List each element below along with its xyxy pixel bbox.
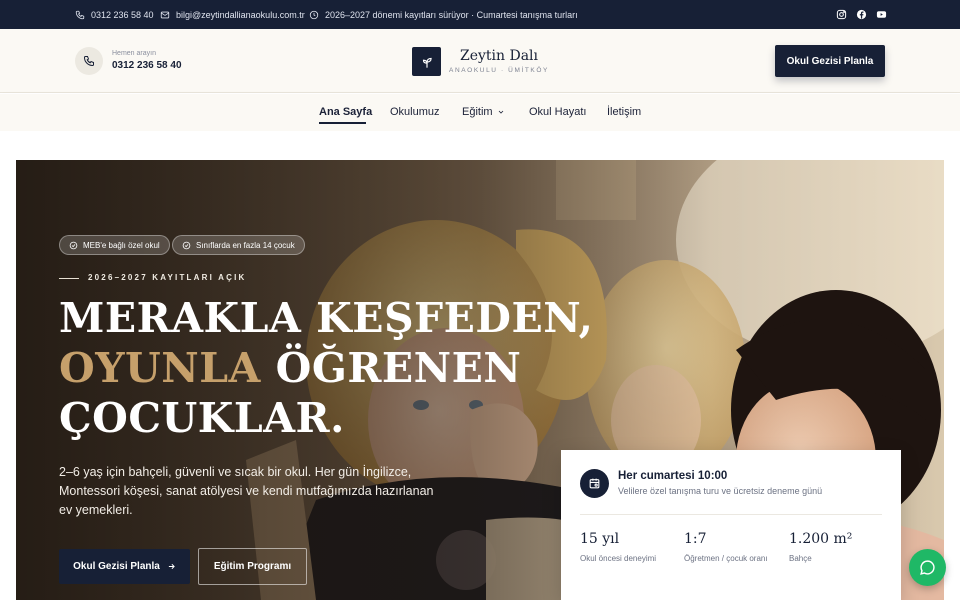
logo-subtitle: ANAOKULU · ÜMİTKÖY (449, 67, 549, 74)
instagram-icon (836, 9, 847, 20)
divider (580, 514, 882, 515)
hero-description: 2–6 yaş için bahçeli, güvenli ve sıcak b… (59, 465, 434, 517)
check-circle-icon (182, 241, 191, 249)
calendar-icon (589, 478, 600, 489)
tour-title: Her cumartesi 10:00 (618, 470, 728, 482)
nav-item-okul-hayati[interactable]: Okul Hayatı (529, 106, 586, 118)
stat-value: 15 yıl (580, 531, 620, 547)
mail-icon (160, 11, 170, 18)
education-program-button[interactable]: Eğitim Programı (198, 548, 307, 585)
check-circle-icon (69, 241, 78, 249)
hero-title-line3: ÇOCUKLAR. (59, 394, 345, 442)
logo-mark[interactable] (412, 47, 441, 76)
chat-bubble-icon (920, 560, 935, 575)
topbar-phone-link[interactable]: 0312 236 58 40 (75, 0, 154, 29)
facebook-icon (856, 9, 867, 20)
nav-item-label: Okulumuz (390, 106, 440, 118)
phone-caption: Hemen arayın (112, 50, 156, 57)
stat-label: Bahçe (789, 554, 812, 563)
nav-item-label: Okul Hayatı (529, 106, 587, 118)
phone-icon (83, 56, 94, 67)
stat-label: Öğretmen / çocuk oranı (684, 554, 768, 563)
tour-subtitle: Velilere özel tanışma turu ve ücretsiz d… (618, 486, 823, 496)
button-label: Okul Gezisi Planla (73, 561, 160, 572)
kicker-line (59, 278, 79, 279)
badge-meb: MEB'e bağlı özel okul (59, 235, 170, 255)
hero-title-accent: OYUNLA (59, 344, 261, 392)
youtube-icon (876, 11, 887, 18)
calendar-icon-badge (580, 469, 609, 498)
topbar-notice: 2026–2027 dönemi kayıtları sürüyor · Cum… (309, 0, 578, 29)
facebook-link[interactable] (856, 0, 867, 29)
instagram-link[interactable] (836, 0, 847, 29)
stat-value: 1.200 m² (789, 531, 853, 547)
nav-item-okulumuz[interactable]: Okulumuz (390, 106, 440, 118)
phone-icon (75, 10, 85, 19)
nav-item-label: İletişim (607, 106, 642, 118)
header-phone-button[interactable] (75, 47, 103, 75)
stat-value: 1:7 (684, 531, 707, 547)
main-nav: Ana Sayfa Okulumuz Eğitim Okul Hayatı İl… (0, 94, 960, 131)
badge-label: MEB'e bağlı özel okul (83, 240, 160, 250)
plan-visit-button[interactable]: Okul Gezisi Planla (775, 45, 885, 77)
badge-class-size: Sınıflarda en fazla 14 çocuk (172, 235, 305, 255)
site-header: Hemen arayın 0312 236 58 40 Zeytin Dalı … (0, 29, 960, 93)
nav-item-label: Ana Sayfa (319, 106, 373, 118)
hero-title-line2: ÖĞRENEN (260, 344, 522, 392)
topbar-email-link[interactable]: bilgi@zeytindallianaokulu.com.tr (160, 0, 305, 29)
hero-title: MERAKLA KEŞFEDEN, OYUNLA ÖĞRENEN ÇOCUKLA… (59, 293, 593, 443)
nav-item-home[interactable]: Ana Sayfa (319, 106, 372, 118)
header-phone-number[interactable]: 0312 236 58 40 (112, 60, 182, 71)
topbar-phone-text: 0312 236 58 40 (91, 9, 154, 20)
nav-active-indicator (319, 122, 366, 124)
topbar-email-text: bilgi@zeytindallianaokulu.com.tr (176, 9, 305, 20)
logo-name[interactable]: Zeytin Dalı (449, 48, 549, 64)
arrow-right-icon (168, 563, 175, 570)
clock-icon (309, 10, 319, 19)
top-bar: 0312 236 58 40 bilgi@zeytindallianaokulu… (0, 0, 960, 29)
youtube-link[interactable] (876, 0, 887, 29)
stat-label: Okul öncesi deneyimi (580, 554, 657, 563)
sprout-icon (422, 57, 432, 68)
hero-title-line1: MERAKLA KEŞFEDEN, (59, 294, 594, 342)
badge-label: Sınıflarda en fazla 14 çocuk (196, 240, 295, 250)
tour-info-card: Her cumartesi 10:00 Velilere özel tanışm… (561, 450, 901, 600)
nav-item-egitim[interactable]: Eğitim (462, 106, 505, 118)
nav-item-iletisim[interactable]: İletişim (607, 106, 641, 118)
hero-plan-visit-button[interactable]: Okul Gezisi Planla (59, 549, 190, 584)
chevron-down-icon (498, 110, 503, 114)
nav-item-label: Eğitim (462, 106, 493, 118)
chat-button[interactable] (909, 549, 946, 586)
hero-kicker: 2026–2027 KAYITLARI AÇIK (88, 273, 247, 282)
topbar-notice-text: 2026–2027 dönemi kayıtları sürüyor · Cum… (325, 9, 578, 20)
